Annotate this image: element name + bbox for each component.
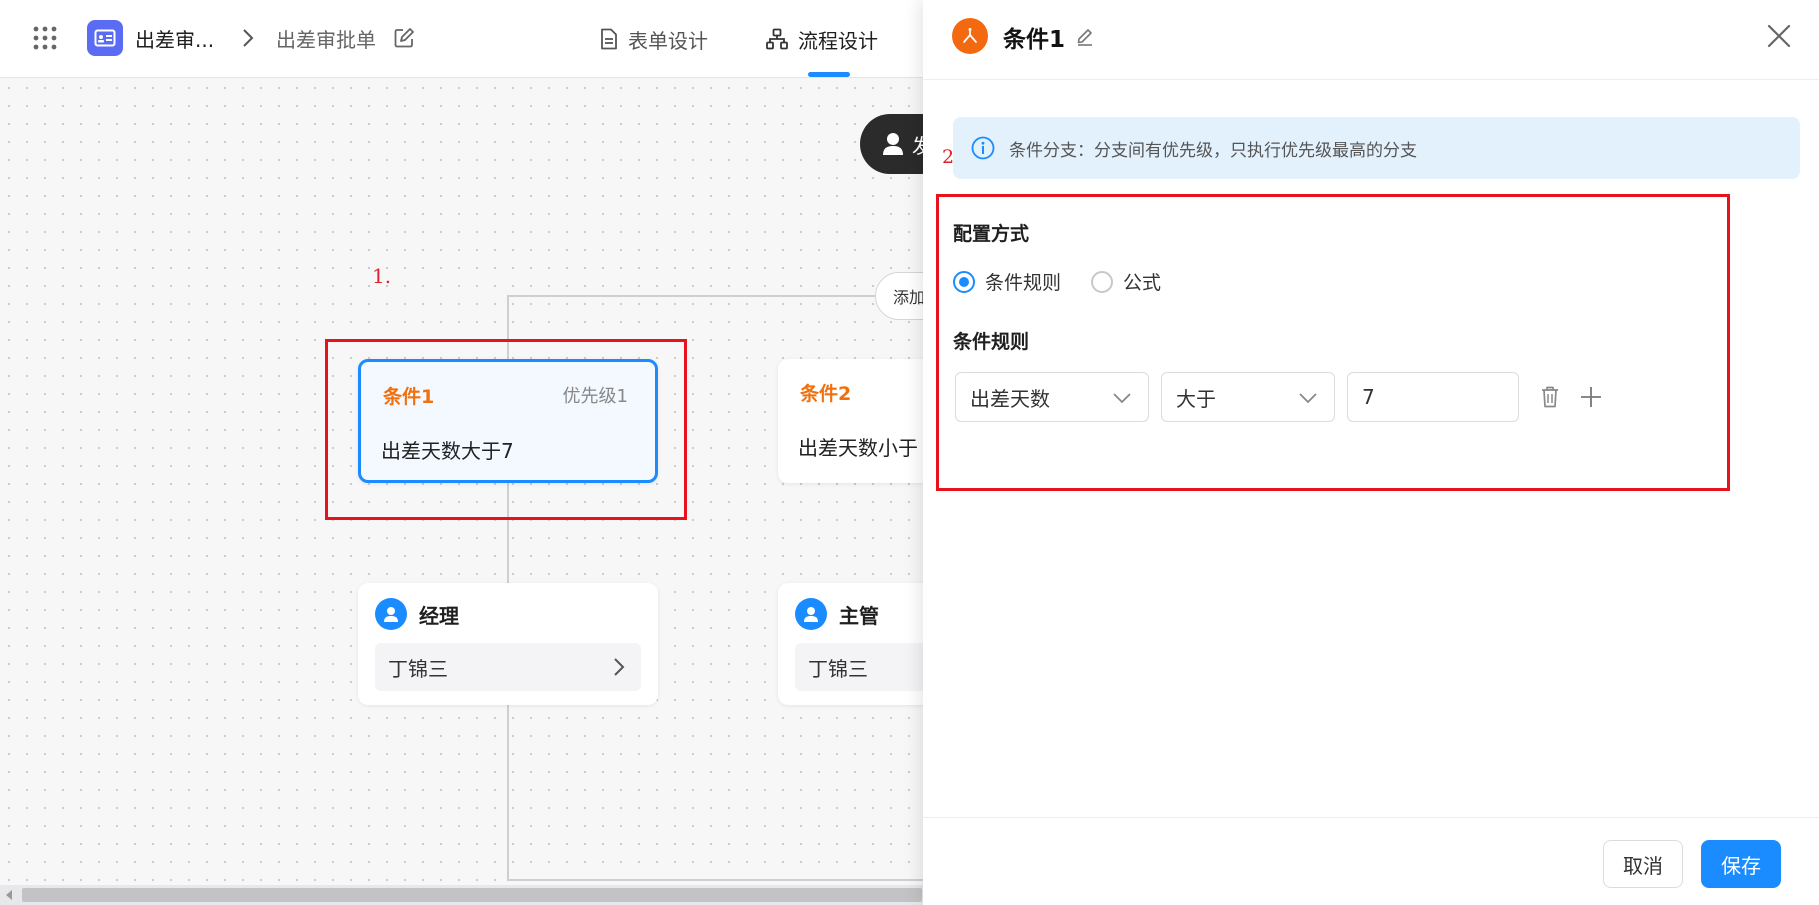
edit-icon[interactable] [393, 27, 415, 49]
value-input[interactable] [1347, 372, 1519, 422]
approver-header: 经理 [375, 598, 459, 630]
approver-person[interactable]: 丁锦三 [375, 643, 641, 691]
config-mode-radio-group: 条件规则 公式 [953, 268, 1191, 295]
flow-canvas[interactable]: 发 添加 1. 条件1 优先级1 出差天数大于7 条件2 出差天数小于 经理 丁… [0, 79, 923, 885]
horizontal-scrollbar[interactable] [0, 885, 923, 905]
tab-flow-design[interactable]: 流程设计 [766, 0, 878, 78]
add-condition-label: 添加 [893, 288, 923, 307]
scroll-left-icon[interactable] [4, 889, 14, 901]
radio-unselected-icon [1091, 270, 1114, 293]
plus-icon[interactable] [1579, 385, 1603, 409]
approver-header: 主管 [795, 598, 879, 630]
radio-label: 条件规则 [985, 272, 1062, 294]
cancel-button[interactable]: 取消 [1603, 840, 1683, 888]
app-grid-icon[interactable] [33, 26, 57, 50]
scrollbar-thumb[interactable] [22, 888, 922, 902]
approver-person-name: 丁锦三 [808, 656, 868, 681]
rule-section-label: 条件规则 [953, 331, 1030, 353]
operator-select[interactable]: 大于 [1161, 372, 1335, 422]
radio-selected-icon [953, 270, 975, 293]
tab-form-design[interactable]: 表单设计 [600, 0, 708, 78]
chevron-right-icon [614, 658, 625, 676]
info-icon [971, 136, 995, 160]
highlight-box-2 [936, 194, 1730, 491]
document-icon [601, 28, 617, 50]
info-text: 条件分支：分支间有优先级，只执行优先级最高的分支 [1009, 140, 1417, 161]
approver-person-name: 丁锦三 [388, 656, 448, 681]
info-banner: 条件分支：分支间有优先级，只执行优先级最高的分支 [953, 117, 1800, 179]
close-icon[interactable] [1763, 20, 1795, 52]
connector-line [507, 295, 923, 297]
chevron-right-icon [243, 29, 254, 47]
radio-condition-rule[interactable]: 条件规则 [953, 268, 1061, 295]
radio-label: 公式 [1123, 272, 1162, 294]
field-select-value: 出差天数 [970, 386, 1050, 411]
save-button[interactable]: 保存 [1701, 840, 1781, 888]
approver-card-manager[interactable]: 经理 丁锦三 [358, 583, 658, 705]
tab-form-design-label: 表单设计 [628, 28, 708, 53]
flow-icon [766, 28, 788, 50]
annotation-number-1: 1. [372, 264, 392, 288]
app-name[interactable]: 出差审... [135, 24, 214, 53]
user-avatar-icon [795, 598, 827, 630]
approver-role: 主管 [839, 603, 879, 628]
user-icon [883, 133, 903, 155]
drawer-header: 条件1 [923, 0, 1819, 80]
condition-title: 条件2 [800, 383, 852, 405]
active-tab-indicator [808, 72, 850, 77]
trash-icon[interactable] [1539, 385, 1561, 409]
edit-title-icon[interactable] [1075, 26, 1095, 46]
config-mode-label: 配置方式 [953, 223, 1030, 245]
app-logo-icon [87, 20, 123, 56]
field-select[interactable]: 出差天数 [955, 372, 1149, 422]
chevron-down-icon [1113, 393, 1131, 404]
approver-role: 经理 [419, 603, 459, 628]
start-node-label: 发 [912, 133, 923, 158]
condition-rule: 出差天数小于 [798, 436, 918, 460]
drawer-footer: 取消 保存 [923, 817, 1819, 905]
add-condition-button[interactable]: 添加 [875, 272, 923, 320]
user-avatar-icon [375, 598, 407, 630]
operator-select-value: 大于 [1176, 386, 1216, 411]
approver-person[interactable]: 丁锦三 [795, 643, 923, 691]
tab-flow-design-label: 流程设计 [798, 28, 878, 53]
chevron-down-icon [1299, 393, 1317, 404]
breadcrumb-current: 出差审批单 [276, 28, 376, 52]
start-node[interactable]: 发 [860, 114, 923, 174]
condition-card-2[interactable]: 条件2 出差天数小于 [778, 359, 923, 483]
approver-card-supervisor[interactable]: 主管 丁锦三 [778, 583, 923, 705]
branch-icon [952, 18, 988, 54]
highlight-box-1 [325, 339, 687, 520]
condition-drawer: 条件1 2. 条件分支：分支间有优先级，只执行优先级最高的分支 配置方式 条件规… [923, 0, 1819, 905]
radio-formula[interactable]: 公式 [1091, 268, 1161, 295]
drawer-title: 条件1 [1003, 27, 1066, 53]
connector-line [507, 879, 923, 881]
